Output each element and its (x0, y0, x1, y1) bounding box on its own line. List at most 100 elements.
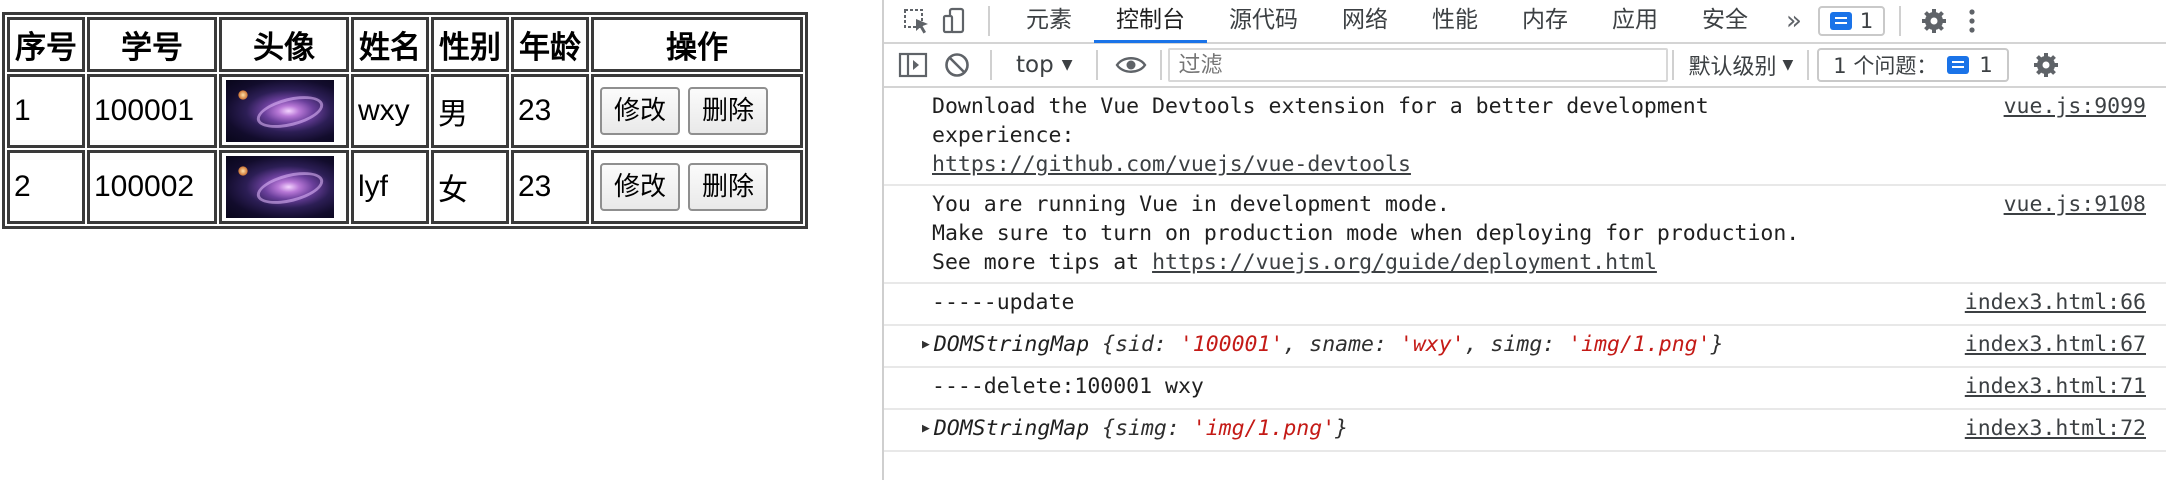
expand-triangle-icon[interactable]: ▶ (922, 337, 930, 352)
issues-count: 1 (1979, 53, 1993, 77)
object-preview: ▶ DOMStringMap {sid: '100001', sname: 'wx… (922, 332, 1724, 357)
tab-network[interactable]: 网络 (1320, 0, 1410, 43)
student-table: 序号 学号 头像 姓名 性别 年龄 操作 1 100001 wxy 男 23 修… (2, 12, 808, 229)
header-index: 序号 (7, 17, 85, 72)
message-icon (1829, 12, 1852, 30)
console-settings-gear-icon[interactable] (2027, 46, 2065, 84)
avatar-image (226, 80, 334, 142)
console-object-message[interactable]: ▶ DOMStringMap {sid: '100001', sname: 'wx… (884, 326, 2166, 368)
object-value: 'img/1.png' (1568, 332, 1711, 357)
console-message: You are running Vue in development mode.… (884, 186, 2166, 284)
cell-age: 23 (511, 150, 589, 224)
delete-button[interactable]: 删除 (688, 87, 769, 135)
cell-student-id: 100001 (87, 74, 217, 148)
settings-gear-icon[interactable] (1915, 2, 1953, 40)
message-text: Download the Vue Devtools extension for … (932, 94, 1709, 148)
cell-avatar (219, 150, 349, 224)
console-message: -----update index3.html:66 (884, 284, 2166, 326)
tab-console[interactable]: 控制台 (1094, 0, 1207, 43)
object-value: '100001' (1179, 332, 1284, 357)
expand-triangle-icon[interactable]: ▶ (922, 421, 930, 436)
divider (1096, 50, 1099, 80)
chevron-down-icon: ▼ (1782, 57, 1794, 73)
issues-button[interactable]: 1 个问题： 1 (1817, 48, 2009, 82)
header-avatar: 头像 (219, 17, 349, 72)
messages-count: 1 (1859, 9, 1874, 33)
more-tabs-icon[interactable]: » (1770, 6, 1818, 36)
cell-age: 23 (511, 74, 589, 148)
message-source-link[interactable]: index3.html:71 (1965, 372, 2146, 401)
object-key: sname (1309, 332, 1374, 357)
cell-index: 1 (7, 74, 85, 148)
header-actions: 操作 (591, 17, 803, 72)
object-value: 'img/1.png' (1192, 416, 1336, 441)
delete-button[interactable]: 删除 (688, 163, 769, 211)
messages-badge[interactable]: 1 (1817, 6, 1886, 36)
tab-elements[interactable]: 元素 (1004, 0, 1094, 43)
console-message-text: You are running Vue in development mode.… (932, 190, 1984, 277)
cell-student-id: 100002 (87, 150, 217, 224)
header-name: 姓名 (351, 17, 429, 72)
object-type: DOMStringMap (933, 416, 1090, 441)
cell-sex: 男 (431, 74, 509, 148)
inspect-element-icon[interactable] (898, 2, 936, 40)
message-link[interactable]: https://vuejs.org/guide/deployment.html (1152, 250, 1657, 275)
divider (990, 50, 992, 80)
cell-actions: 修改 删除 (591, 74, 803, 148)
header-age: 年龄 (511, 17, 589, 72)
tab-sources[interactable]: 源代码 (1207, 0, 1320, 43)
log-level-label: 默认级别 (1688, 55, 1777, 80)
tab-application[interactable]: 应用 (1590, 0, 1680, 43)
divider (1160, 50, 1163, 80)
sidebar-toggle-icon[interactable] (894, 46, 932, 84)
context-select[interactable]: top ▼ (1006, 52, 1082, 78)
table-header-row: 序号 学号 头像 姓名 性别 年龄 操作 (7, 17, 803, 72)
edit-button[interactable]: 修改 (600, 163, 681, 211)
console-message-text: Download the Vue Devtools extension for … (932, 92, 1984, 179)
tab-security[interactable]: 安全 (1680, 0, 1770, 43)
message-icon (1947, 56, 1970, 74)
tab-memory[interactable]: 内存 (1500, 0, 1590, 43)
console-message: ----delete:100001 wxy index3.html:71 (884, 368, 2166, 410)
cell-sex: 女 (431, 150, 509, 224)
message-source-link[interactable]: vue.js:9099 (2004, 92, 2146, 121)
cell-actions: 修改 删除 (591, 150, 803, 224)
console-output: Download the Vue Devtools extension for … (884, 88, 2166, 452)
cell-name: wxy (351, 74, 429, 148)
header-sex: 性别 (431, 17, 509, 72)
divider (1899, 6, 1902, 36)
table-row: 1 100001 wxy 男 23 修改 删除 (7, 74, 803, 148)
cell-name: lyf (351, 150, 429, 224)
kebab-menu-icon[interactable] (1953, 2, 1991, 40)
filter-input[interactable] (1168, 48, 1669, 82)
device-toolbar-icon[interactable] (936, 2, 974, 40)
object-key: simg (1115, 416, 1167, 441)
context-label: top (1016, 52, 1054, 78)
object-key: simg (1490, 332, 1543, 357)
message-link[interactable]: https://github.com/vuejs/vue-devtools (932, 152, 1411, 177)
log-level-select[interactable]: 默认级别 ▼ (1674, 49, 1807, 81)
console-message: Download the Vue Devtools extension for … (884, 88, 2166, 186)
object-value: 'wxy' (1399, 332, 1465, 357)
clear-console-icon[interactable] (938, 46, 976, 84)
message-source-link[interactable]: index3.html:72 (1965, 414, 2146, 443)
student-page: 序号 学号 头像 姓名 性别 年龄 操作 1 100001 wxy 男 23 修… (0, 0, 880, 480)
eye-icon[interactable] (1112, 46, 1150, 84)
edit-button[interactable]: 修改 (600, 87, 681, 135)
message-text: ----delete:100001 wxy (932, 374, 1204, 399)
console-object-message[interactable]: ▶ DOMStringMap {simg: 'img/1.png'} index3… (884, 410, 2166, 452)
console-toolbar: top ▼ 默认级别 ▼ 1 个问题： 1 (884, 44, 2166, 88)
message-source-link[interactable]: index3.html:66 (1965, 288, 2146, 317)
devtools-panel: 元素 控制台 源代码 网络 性能 内存 应用 安全 » 1 top ▼ 过滤 默… (882, 0, 2166, 480)
issues-label: 1 个问题： (1833, 54, 1938, 78)
message-text: -----update (932, 290, 1075, 315)
header-student-id: 学号 (87, 17, 217, 72)
devtools-tabbar: 元素 控制台 源代码 网络 性能 内存 应用 安全 » 1 (884, 0, 2166, 44)
message-source-link[interactable]: vue.js:9108 (2004, 190, 2146, 219)
message-source-link[interactable]: index3.html:67 (1965, 330, 2146, 359)
cell-index: 2 (7, 150, 85, 224)
object-type: DOMStringMap (933, 332, 1090, 357)
cell-avatar (219, 74, 349, 148)
table-row: 2 100002 lyf 女 23 修改 删除 (7, 150, 803, 224)
tab-performance[interactable]: 性能 (1410, 0, 1500, 43)
